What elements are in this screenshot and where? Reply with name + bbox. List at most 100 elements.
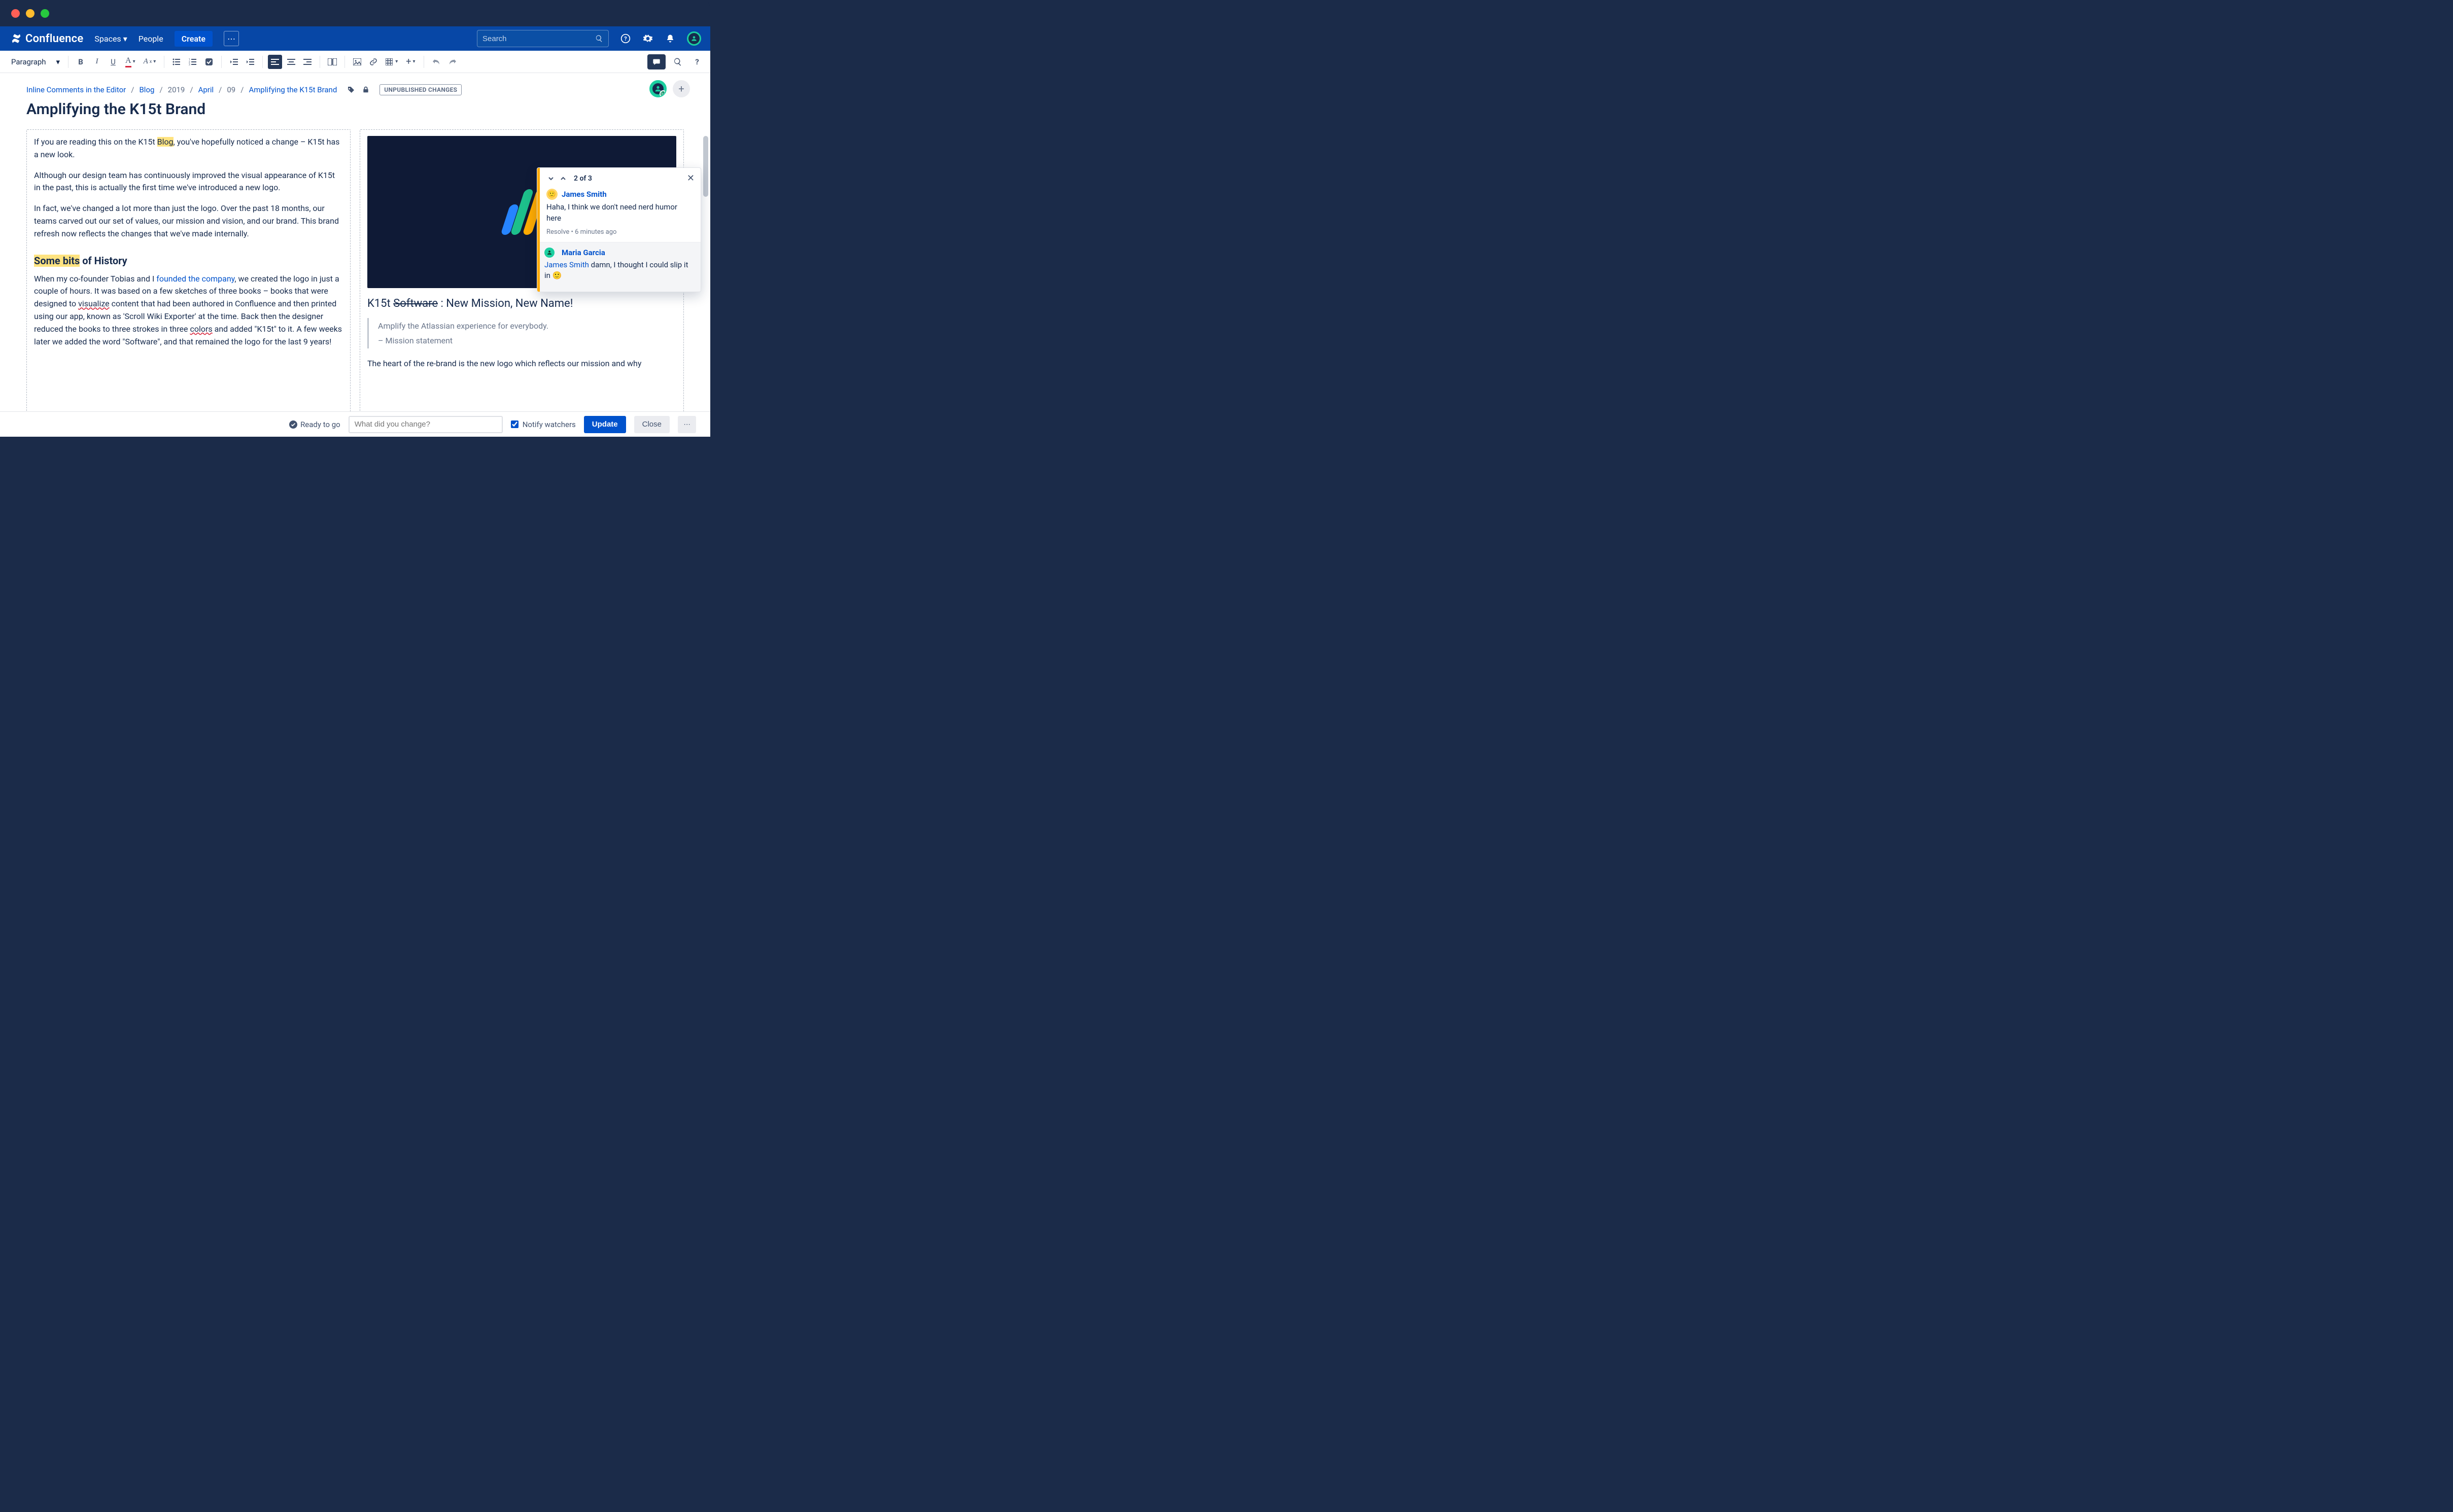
global-search[interactable]: [477, 30, 609, 47]
window-zoom-button[interactable]: [41, 9, 49, 18]
heading-2[interactable]: Some bits of History: [34, 255, 343, 267]
layout-button[interactable]: [325, 55, 339, 69]
version-comment-input[interactable]: [349, 416, 503, 433]
commenter-name[interactable]: Maria Garcia: [562, 248, 605, 257]
collaborator-avatar[interactable]: M: [649, 80, 667, 97]
create-button[interactable]: Create: [175, 31, 213, 47]
bullet-list-button[interactable]: [169, 55, 184, 69]
invite-button[interactable]: +: [673, 80, 690, 97]
search-input[interactable]: [482, 34, 591, 43]
prev-comment-button[interactable]: [559, 174, 568, 183]
link-button[interactable]: [366, 55, 381, 69]
comment-highlight[interactable]: Blog: [157, 137, 174, 147]
nav-more-button[interactable]: ⋯: [224, 31, 239, 46]
comment-highlight[interactable]: Some bits: [34, 255, 80, 267]
blockquote[interactable]: Amplify the Atlassian experience for eve…: [367, 318, 676, 348]
confluence-icon: [11, 33, 21, 44]
spellcheck-word[interactable]: colors: [190, 324, 212, 334]
crumb-month[interactable]: April: [198, 85, 214, 94]
crumb-blog[interactable]: Blog: [139, 85, 154, 94]
labels-icon[interactable]: [347, 86, 355, 94]
comment-timestamp: 6 minutes ago: [575, 228, 616, 236]
task-list-button[interactable]: [202, 55, 216, 69]
comment-text: Haha, I think we don't need nerd humor h…: [546, 202, 694, 224]
italic-button[interactable]: I: [90, 55, 104, 69]
commenter-avatar[interactable]: [544, 248, 555, 258]
product-logo[interactable]: Confluence: [11, 32, 83, 45]
commenter-name[interactable]: James Smith: [562, 190, 607, 199]
comment-reply-item: Maria Garcia James Smith damn, I thought…: [537, 242, 701, 292]
outdent-button[interactable]: [227, 55, 241, 69]
crumb-space[interactable]: Inline Comments in the Editor: [26, 85, 126, 94]
editor-footer: Ready to go Notify watchers Update Close…: [0, 411, 710, 437]
spellcheck-word[interactable]: visualize: [78, 299, 110, 308]
next-comment-button[interactable]: [546, 174, 556, 183]
insert-more-button[interactable]: +▾: [403, 55, 418, 69]
brand-logo-graphic: [505, 189, 539, 235]
window-minimize-button[interactable]: [26, 9, 34, 18]
heading-2[interactable]: K15t Software : New Mission, New Name!: [367, 297, 676, 310]
nav-people[interactable]: People: [139, 34, 163, 44]
image-button[interactable]: [350, 55, 364, 69]
bold-button[interactable]: B: [74, 55, 88, 69]
align-right-button[interactable]: [300, 55, 315, 69]
crumb-page[interactable]: Amplifying the K15t Brand: [249, 85, 337, 94]
chevron-down-icon: ▾: [56, 57, 60, 66]
breadcrumb-row: Inline Comments in the Editor / Blog / 2…: [0, 73, 710, 95]
chevron-down-icon: ▾: [153, 59, 156, 64]
indent-button[interactable]: [243, 55, 257, 69]
global-nav: Confluence Spaces ▾ People Create ⋯ ?: [0, 26, 710, 51]
chevron-down-icon: ▾: [395, 59, 398, 64]
settings-button[interactable]: [642, 33, 653, 44]
link[interactable]: founded the company: [156, 274, 234, 284]
layout-column-left[interactable]: If you are reading this on the K15t Blog…: [26, 129, 351, 420]
underline-button[interactable]: U: [106, 55, 120, 69]
close-comment-panel-button[interactable]: ✕: [687, 173, 695, 184]
commenter-avatar[interactable]: 🙂: [546, 189, 558, 200]
restrictions-icon[interactable]: [362, 86, 369, 94]
editor-help-button[interactable]: ?: [690, 55, 704, 69]
paragraph[interactable]: If you are reading this on the K15t Blog…: [34, 136, 343, 161]
search-icon: [595, 34, 603, 43]
comment-counter: 2 of 3: [574, 174, 592, 183]
crumb-year: 2019: [168, 85, 185, 94]
help-button[interactable]: ?: [620, 33, 631, 44]
close-button[interactable]: Close: [634, 416, 670, 433]
resolve-link[interactable]: Resolve: [546, 228, 569, 236]
mention[interactable]: James Smith: [544, 260, 589, 269]
undo-button[interactable]: [429, 55, 443, 69]
paragraph[interactable]: Although our design team has continuousl…: [34, 169, 343, 195]
ellipsis-icon: ⋯: [227, 34, 235, 44]
more-formatting-button[interactable]: Ax▾: [141, 55, 159, 69]
crumb-day: 09: [227, 85, 235, 94]
svg-text:?: ?: [624, 36, 627, 42]
align-left-button[interactable]: [268, 55, 282, 69]
align-center-button[interactable]: [284, 55, 298, 69]
scrollbar-thumb[interactable]: [703, 136, 708, 197]
page-title[interactable]: Amplifying the K15t Brand: [0, 95, 710, 122]
chevron-down-icon: ▾: [133, 59, 135, 64]
notify-watchers-checkbox[interactable]: [511, 420, 519, 428]
paragraph[interactable]: In fact, we've changed a lot more than j…: [34, 202, 343, 240]
inline-comment-button[interactable]: [647, 54, 666, 69]
window-close-button[interactable]: [11, 9, 20, 18]
check-circle-icon: [289, 420, 297, 429]
footer-more-button[interactable]: ⋯: [678, 416, 696, 433]
redo-button[interactable]: [445, 55, 460, 69]
unpublished-badge: UNPUBLISHED CHANGES: [379, 84, 462, 95]
numbered-list-button[interactable]: 123: [186, 55, 200, 69]
paragraph-style-dropdown[interactable]: Paragraph ▾: [6, 55, 63, 69]
notify-watchers-toggle[interactable]: Notify watchers: [511, 420, 576, 429]
paragraph[interactable]: The heart of the re-brand is the new log…: [367, 358, 676, 370]
nav-spaces[interactable]: Spaces ▾: [94, 34, 127, 44]
profile-avatar[interactable]: [687, 31, 701, 46]
inline-comment-panel: 2 of 3 ✕ 🙂 James Smith Haha, I think we …: [537, 167, 701, 292]
notifications-button[interactable]: [665, 33, 676, 44]
update-button[interactable]: Update: [584, 416, 626, 433]
find-replace-button[interactable]: [671, 55, 685, 69]
comment-accent-stripe: [537, 168, 540, 292]
text-color-button[interactable]: A▾: [122, 55, 139, 69]
draft-status: Ready to go: [289, 420, 340, 429]
paragraph[interactable]: When my co-founder Tobias and I founded …: [34, 273, 343, 348]
table-button[interactable]: ▾: [383, 55, 401, 69]
